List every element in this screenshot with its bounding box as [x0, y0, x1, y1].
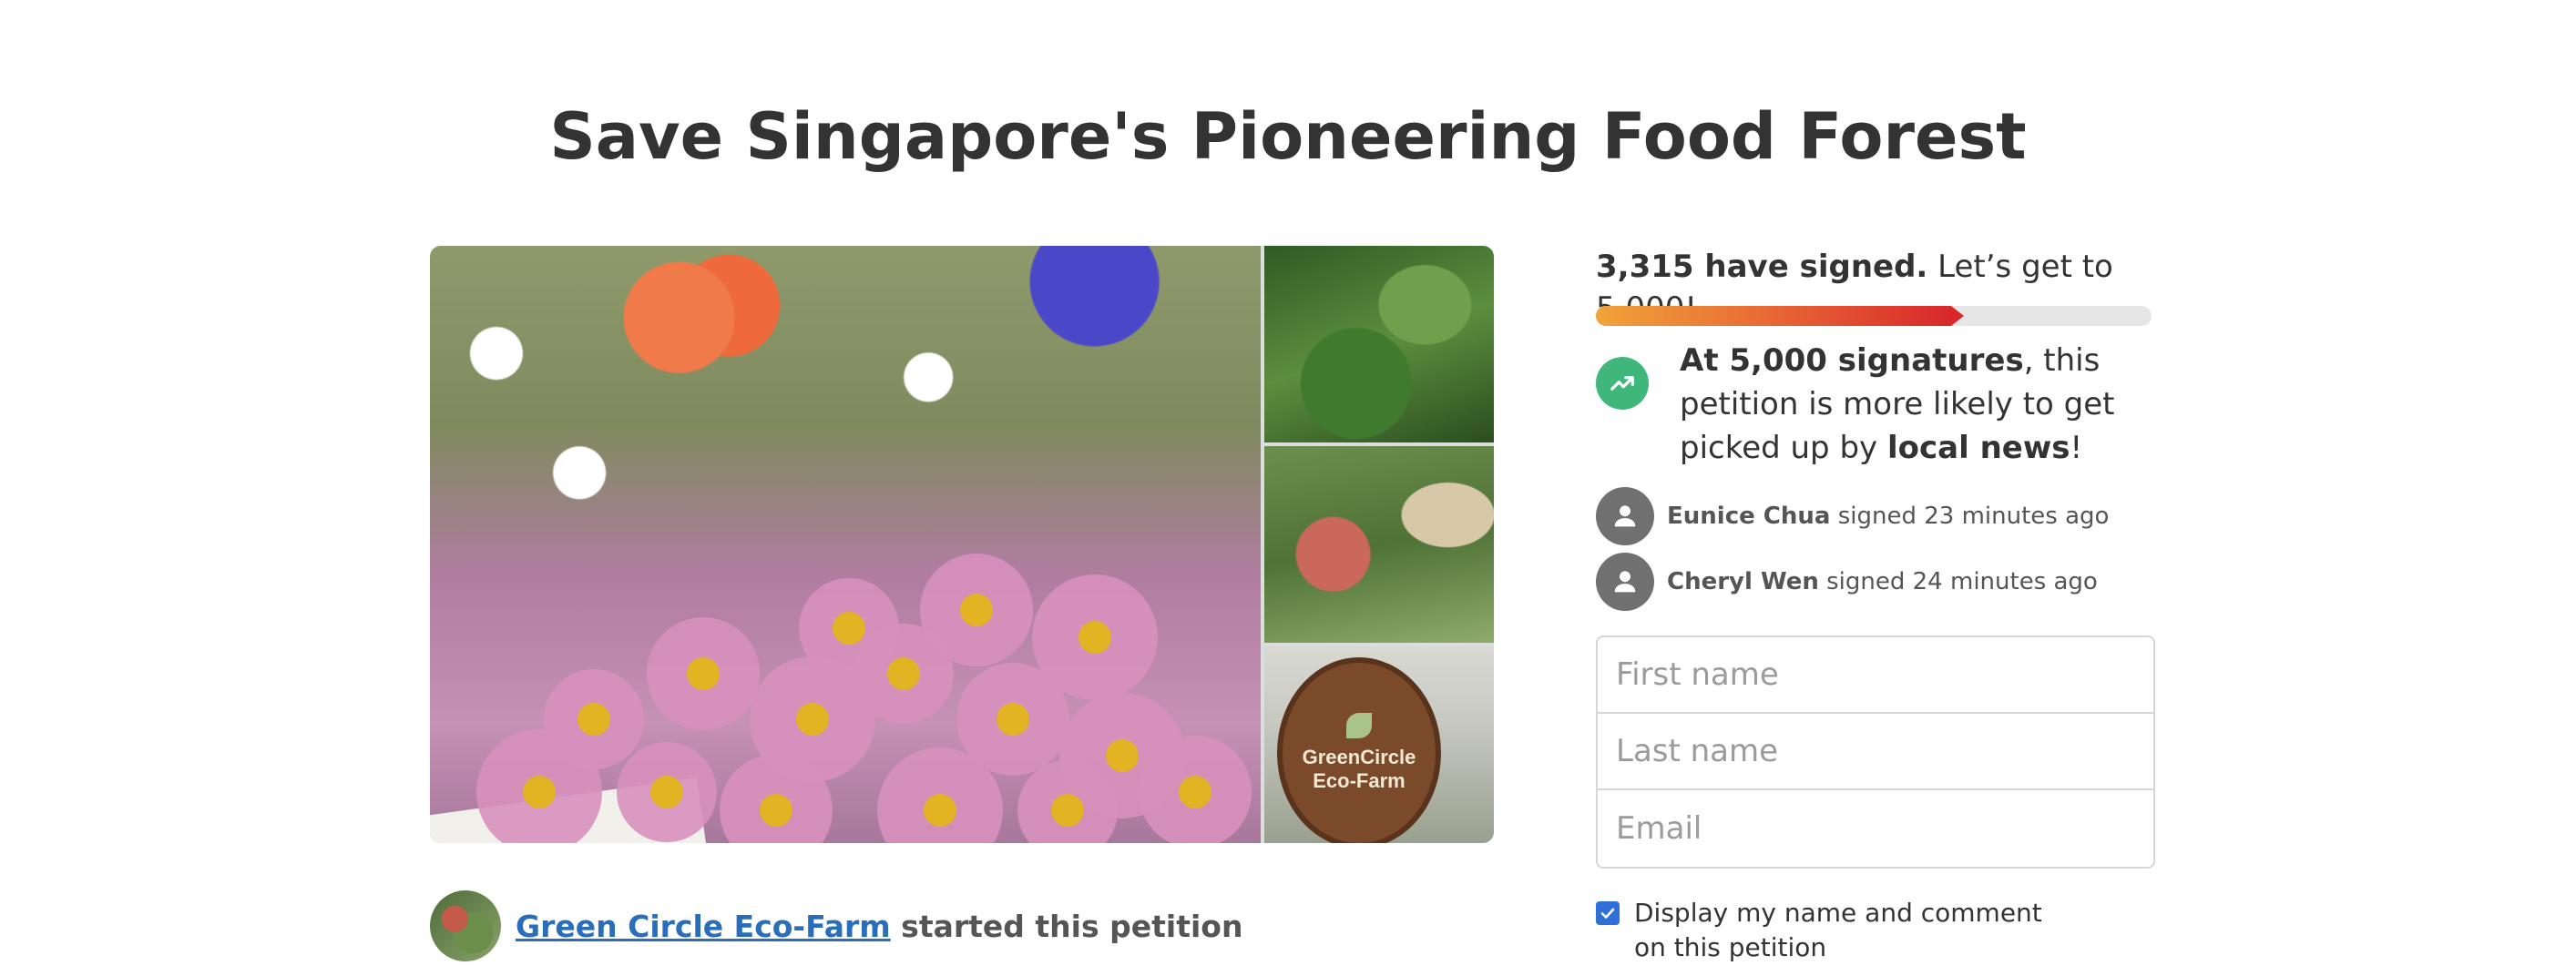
thumbnail-harvest[interactable] [1264, 446, 1494, 643]
thumbnail-sign[interactable]: GreenCircle Eco-Farm [1264, 646, 1494, 843]
farm-sign-logo: GreenCircle Eco-Farm [1277, 657, 1441, 843]
list-item: Eunice Chua signed 23 minutes ago [1596, 486, 2152, 546]
starter-text: Green Circle Eco-Farm started this petit… [516, 909, 1242, 944]
signer-name: Eunice Chua [1667, 503, 1831, 530]
flower-center [760, 794, 792, 827]
milestone-text: At 5,000 signatures, this petition is mo… [1680, 339, 2152, 470]
flower-center [887, 657, 920, 690]
consent-label: Display my name and comment on this peti… [1634, 898, 2042, 962]
last-name-field[interactable] [1598, 714, 2153, 790]
flower-center [578, 703, 610, 736]
check-icon [1600, 908, 1615, 919]
starter-link[interactable]: Green Circle Eco-Farm [516, 909, 891, 944]
milestone-callout: At 5,000 signatures, this petition is mo… [1596, 339, 2152, 470]
flower-center [650, 776, 683, 808]
flower-center [1179, 776, 1211, 808]
milestone-text-2: ! [2070, 430, 2083, 466]
sign-line-2: Eco-Farm [1313, 769, 1406, 792]
recent-signers-list: Eunice Chua signed 23 minutes ago Cheryl… [1596, 486, 2152, 612]
email-field[interactable] [1598, 790, 2153, 867]
sign-panel: 3,315 have signed. Let’s get to 5,000! A… [1596, 246, 2155, 965]
progress-fill [1596, 306, 1951, 326]
person-icon [1596, 487, 1654, 545]
signer-action: signed 24 minutes ago [1826, 568, 2098, 595]
signature-count: 3,315 have signed. Let’s get to 5,000! [1596, 246, 2152, 327]
flower-center [997, 703, 1029, 736]
petition-starter: Green Circle Eco-Farm started this petit… [430, 889, 1242, 963]
trending-up-icon [1596, 357, 1649, 410]
signer-action: signed 23 minutes ago [1837, 503, 2110, 530]
flower-center [687, 657, 720, 690]
flower-center [1106, 739, 1139, 772]
flower-center [1051, 794, 1084, 827]
signed-count-text: 3,315 have signed. [1596, 249, 1928, 285]
first-name-field[interactable] [1598, 637, 2153, 714]
milestone-bold-1: At 5,000 signatures [1680, 342, 2024, 379]
display-name-checkbox[interactable] [1596, 901, 1620, 925]
signature-progress-bar [1596, 306, 2152, 326]
sign-line-1: GreenCircle [1302, 746, 1416, 768]
flower-center [960, 594, 993, 626]
starter-suffix: started this petition [901, 908, 1243, 944]
page-title: Save Singapore's Pioneering Food Forest [549, 98, 2027, 174]
flower-center [523, 776, 556, 808]
person-icon [1596, 553, 1654, 611]
flower-center [924, 794, 956, 827]
display-name-consent: Display my name and comment on this peti… [1596, 896, 2152, 965]
main-photo[interactable] [430, 246, 1261, 843]
progress-tip [1951, 306, 1964, 326]
signer-text: Cheryl Wen signed 24 minutes ago [1667, 568, 2098, 595]
flower-center [796, 703, 829, 736]
starter-avatar[interactable] [430, 890, 501, 961]
signer-text: Eunice Chua signed 23 minutes ago [1667, 503, 2109, 530]
leaf-icon [1346, 713, 1372, 738]
list-item: Cheryl Wen signed 24 minutes ago [1596, 552, 2152, 612]
signer-name: Cheryl Wen [1667, 568, 1819, 595]
milestone-bold-2: local news [1886, 430, 2070, 466]
signature-form [1596, 635, 2155, 869]
flower-center [1078, 621, 1111, 654]
flower-center [833, 612, 865, 645]
photo-gallery[interactable]: GreenCircle Eco-Farm [430, 246, 1494, 843]
thumbnail-forest[interactable] [1264, 246, 1494, 442]
